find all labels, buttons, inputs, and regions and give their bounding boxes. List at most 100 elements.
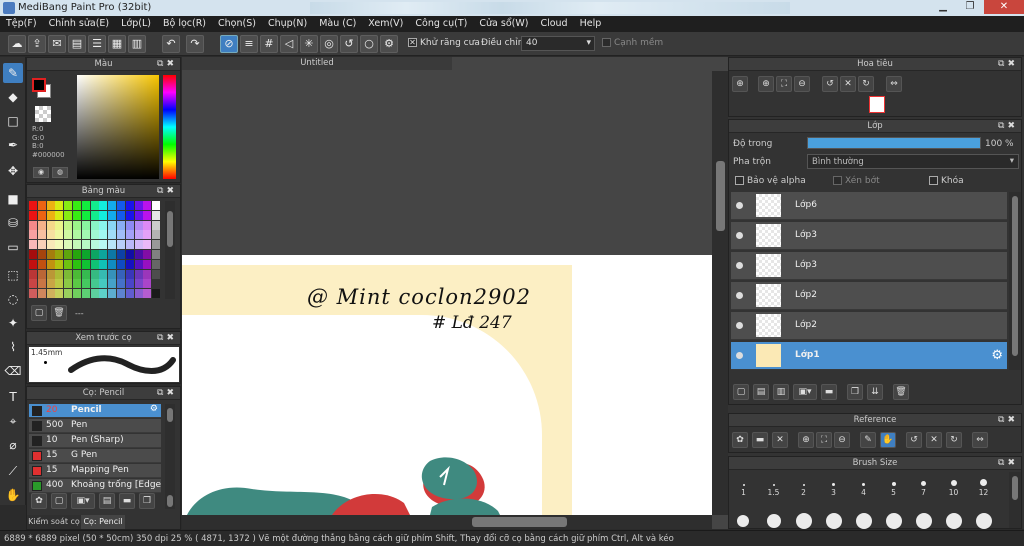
eye-icon[interactable] xyxy=(736,202,743,209)
palette-swatch[interactable] xyxy=(99,269,108,279)
delete-layer-icon[interactable]: 🗑 xyxy=(893,384,909,400)
vanish-snap-icon[interactable]: ◁ xyxy=(280,35,298,53)
palette-swatch[interactable] xyxy=(46,201,55,210)
saturation-value-picker[interactable] xyxy=(77,75,159,179)
palette-swatch[interactable] xyxy=(81,250,90,259)
palette-swatch[interactable] xyxy=(99,250,108,259)
new-8bit-layer-icon[interactable]: ▥ xyxy=(773,384,789,400)
palette-swatch[interactable] xyxy=(134,259,143,269)
brush-item-pencil[interactable]: 20 Pencil ⚙ xyxy=(29,404,161,418)
menu-view[interactable]: Xem(V) xyxy=(362,16,409,32)
cloud-icon[interactable]: ☁ xyxy=(8,35,26,53)
folder-icon[interactable]: ▬ xyxy=(119,493,135,509)
eye-icon[interactable] xyxy=(736,292,743,299)
curve-snap-icon[interactable]: ↺ xyxy=(340,35,358,53)
duplicate-layer-icon[interactable]: ❐ xyxy=(847,384,863,400)
reset-rotation-icon[interactable]: ✕ xyxy=(926,432,942,448)
palette-swatch[interactable] xyxy=(99,279,108,289)
palette-swatch[interactable] xyxy=(152,259,161,269)
palette-swatch[interactable] xyxy=(81,259,90,269)
zoom-out-icon[interactable]: ⊖ xyxy=(834,432,850,448)
palette-swatch[interactable] xyxy=(134,220,143,230)
palette-swatch[interactable] xyxy=(64,250,73,259)
palette-swatch[interactable] xyxy=(143,259,152,269)
palette-swatch[interactable] xyxy=(90,201,99,210)
size-dot[interactable] xyxy=(976,513,992,529)
lock-toggle[interactable]: Khóa xyxy=(929,176,964,186)
palette-swatch[interactable] xyxy=(55,289,64,299)
canvas-vertical-scrollbar[interactable] xyxy=(712,71,728,515)
layer-row[interactable]: Lớp3 xyxy=(731,222,1007,250)
palette-scroll-thumb[interactable] xyxy=(167,211,173,247)
close-button[interactable]: ✕ xyxy=(984,0,1024,14)
palette-swatch[interactable] xyxy=(125,279,134,289)
brush-size-option[interactable]: 10 xyxy=(939,472,968,500)
palette-swatch[interactable] xyxy=(55,240,64,250)
brush-size-option[interactable]: 3 xyxy=(819,472,848,500)
add-brush-icon[interactable]: ✿ xyxy=(31,493,47,509)
palette-swatch[interactable] xyxy=(125,210,134,220)
size-dot[interactable] xyxy=(886,513,902,529)
palette-swatch[interactable] xyxy=(64,289,73,299)
palette-swatch[interactable] xyxy=(125,259,134,269)
layer-scrollbar[interactable] xyxy=(1009,192,1021,370)
palette-swatch[interactable] xyxy=(152,269,161,279)
brush-scrollbar[interactable] xyxy=(165,404,175,493)
palette-swatch[interactable] xyxy=(152,230,161,240)
palette-swatch[interactable] xyxy=(46,240,55,250)
palette-swatch[interactable] xyxy=(37,250,46,259)
size-dot[interactable] xyxy=(796,513,812,529)
text-tool-icon[interactable]: T xyxy=(3,387,23,407)
menu-window[interactable]: Cửa sổ(W) xyxy=(473,16,534,32)
brush-item-mapping-pen[interactable]: 15 Mapping Pen xyxy=(29,464,161,478)
brush-item-pen[interactable]: 500 Pen xyxy=(29,419,161,433)
eyedropper-icon[interactable]: ✎ xyxy=(860,432,876,448)
menu-select[interactable]: Chọn(S) xyxy=(212,16,262,32)
palette-swatch[interactable] xyxy=(90,250,99,259)
brush-footer-thumb[interactable] xyxy=(167,495,173,507)
snap-off-icon[interactable]: ⊘ xyxy=(220,35,238,53)
palette-swatch[interactable] xyxy=(143,230,152,240)
menu-help[interactable]: Help xyxy=(574,16,608,32)
new-palette-icon[interactable]: ▢ xyxy=(31,305,47,321)
reference-close-icon[interactable]: ✕ xyxy=(772,432,788,448)
palette-swatch[interactable] xyxy=(117,230,125,240)
brush-size-option[interactable]: 5 xyxy=(879,472,908,500)
palette-swatch[interactable] xyxy=(55,269,64,279)
flip-icon[interactable]: ⇔ xyxy=(886,76,902,92)
flip-icon[interactable]: ⇔ xyxy=(972,432,988,448)
palette-swatch[interactable] xyxy=(64,269,73,279)
minimize-button[interactable]: ▁ xyxy=(930,0,956,14)
palette-swatch[interactable] xyxy=(37,201,46,210)
undo-icon[interactable]: ↶ xyxy=(162,35,180,53)
palette-swatch[interactable] xyxy=(81,201,90,210)
rotate-left-icon[interactable]: ↺ xyxy=(822,76,838,92)
palette-swatch[interactable] xyxy=(55,259,64,269)
palette-swatch[interactable] xyxy=(29,289,37,299)
brush-scroll-thumb[interactable] xyxy=(167,408,173,422)
canvas-area[interactable]: Untitled @ Mint coclon2902 # Lđ 247 xyxy=(182,57,728,529)
panel-controls-icon[interactable]: ⧉✖ xyxy=(157,185,177,197)
palette-swatch[interactable] xyxy=(117,259,125,269)
palette-swatch[interactable] xyxy=(90,269,99,279)
palette-swatch[interactable] xyxy=(152,250,161,259)
palette-swatch[interactable] xyxy=(108,289,117,299)
circle-snap-icon[interactable]: ○ xyxy=(360,35,378,53)
magic-wand-icon[interactable]: ✦ xyxy=(3,313,23,333)
palette-swatch[interactable] xyxy=(55,250,64,259)
palette-swatch[interactable] xyxy=(73,259,81,269)
reference-add-icon[interactable]: ✿ xyxy=(732,432,748,448)
size-dot[interactable] xyxy=(916,513,932,529)
concentric-snap-icon[interactable]: ◎ xyxy=(320,35,338,53)
size-dot[interactable] xyxy=(856,513,872,529)
gear-icon[interactable]: ⚙ xyxy=(150,404,158,414)
palette-swatch[interactable] xyxy=(143,210,152,220)
panel-controls-icon[interactable]: ⧉✖ xyxy=(157,332,177,344)
fill-rect-tool-icon[interactable]: ■ xyxy=(3,189,23,209)
palette-swatch[interactable] xyxy=(29,230,37,240)
reference-open-icon[interactable]: ▬ xyxy=(752,432,768,448)
palette-swatch[interactable] xyxy=(152,279,161,289)
palette-swatch[interactable] xyxy=(90,210,99,220)
palette-swatch[interactable] xyxy=(81,269,90,279)
layer-scroll-thumb[interactable] xyxy=(1012,196,1018,356)
